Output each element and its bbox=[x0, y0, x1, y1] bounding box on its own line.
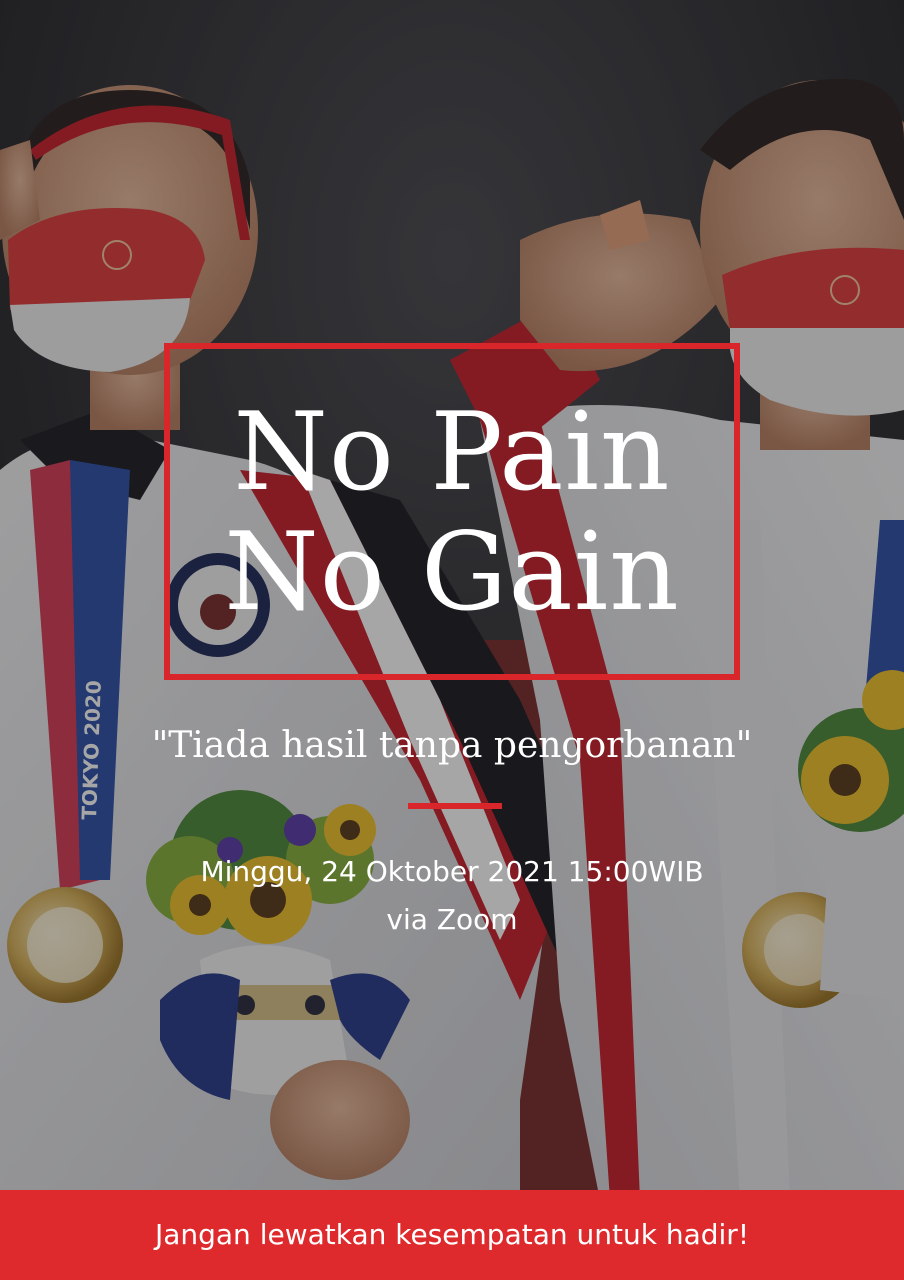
title-line-1: No Pain bbox=[233, 390, 671, 515]
subtitle-quote: "Tiada hasil tanpa pengorbanan" bbox=[151, 725, 753, 766]
poster: TOKYO 2020 No Pain No Gain "Tiada hasil … bbox=[0, 0, 904, 1280]
event-venue: via Zoom bbox=[386, 903, 518, 936]
footer-text: Jangan lewatkan kesempatan untuk hadir! bbox=[154, 1218, 750, 1251]
footer-banner: Jangan lewatkan kesempatan untuk hadir! bbox=[0, 1190, 904, 1280]
event-date: Minggu, 24 Oktober 2021 15:00WIB bbox=[200, 855, 704, 888]
title-line-2: No Gain bbox=[224, 510, 680, 635]
divider-line bbox=[408, 803, 502, 809]
